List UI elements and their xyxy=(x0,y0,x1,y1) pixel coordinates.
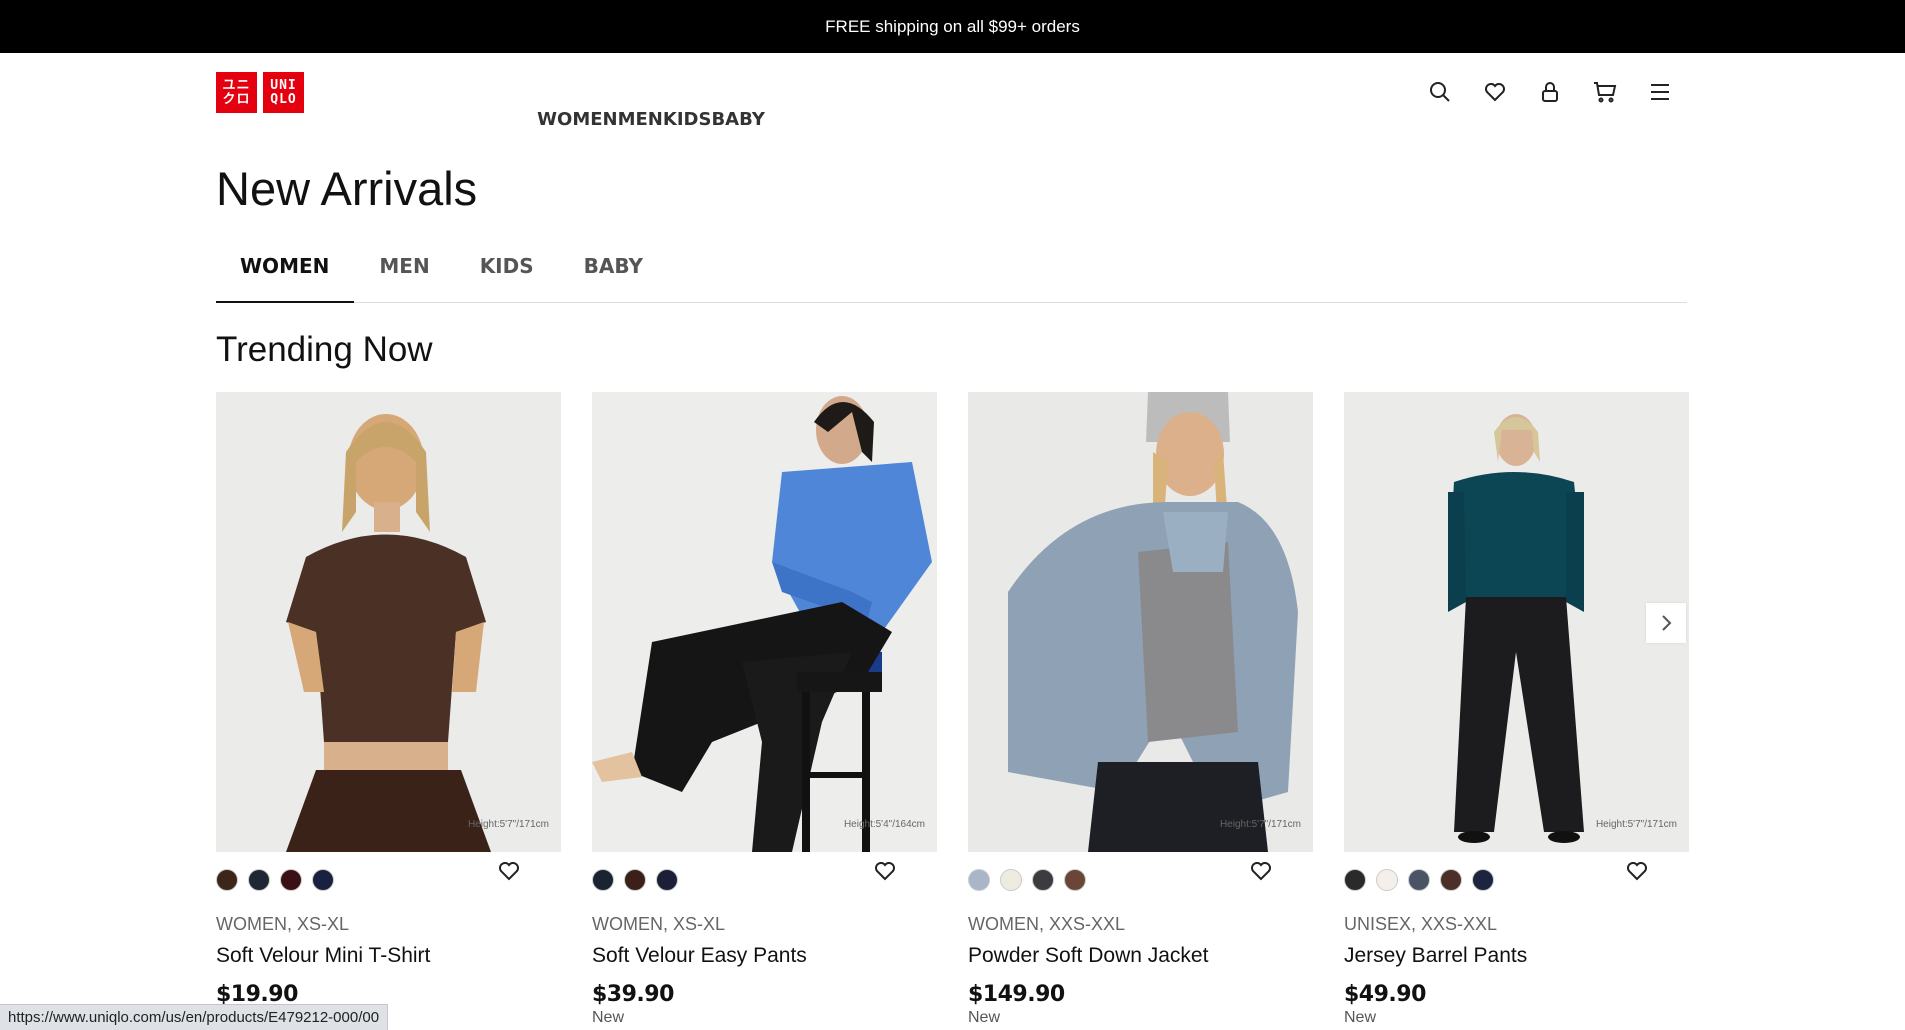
product-price: $149.90 xyxy=(968,982,1065,1007)
product-flag: New xyxy=(592,1009,625,1026)
product-name[interactable]: Soft Velour Easy Pants xyxy=(592,944,937,968)
product-image[interactable]: Height:5'7"/171cm xyxy=(1344,392,1689,852)
product-image[interactable]: Height:5'4"/164cm xyxy=(592,392,937,852)
color-swatch[interactable] xyxy=(280,869,302,891)
nav-baby[interactable]: BABY xyxy=(711,109,764,130)
nav-women[interactable]: WOMEN xyxy=(537,109,617,130)
model-illustration xyxy=(1344,392,1689,852)
tab-kids[interactable]: KIDS xyxy=(455,254,559,303)
product-image[interactable]: Height:5'7"/171cm xyxy=(216,392,561,852)
browser-status-url: https://www.uniqlo.com/us/en/products/E4… xyxy=(0,1004,389,1030)
tab-women[interactable]: WOMEN xyxy=(216,254,355,303)
logo-text: クロ xyxy=(222,91,251,107)
color-swatch[interactable] xyxy=(216,869,238,891)
color-swatch[interactable] xyxy=(1408,869,1430,891)
product-flag: New xyxy=(968,1009,1001,1026)
color-swatch[interactable] xyxy=(312,869,334,891)
product-card[interactable]: Height:5'7"/171cm WOMEN, XS-XL Soft Velo… xyxy=(216,392,561,1027)
product-meta: UNISEX, XXS-XXL xyxy=(1344,914,1498,934)
product-flag: New xyxy=(1344,1009,1377,1026)
cart-icon[interactable] xyxy=(1589,76,1621,108)
color-swatch[interactable] xyxy=(656,869,678,891)
color-swatch[interactable] xyxy=(248,869,270,891)
favorite-heart-icon[interactable] xyxy=(873,859,897,888)
model-illustration xyxy=(216,392,561,852)
logo-block-katakana: ユニ クロ xyxy=(216,72,257,113)
color-swatch[interactable] xyxy=(1472,869,1494,891)
search-icon[interactable] xyxy=(1424,76,1456,108)
model-height-note: Height:5'7"/171cm xyxy=(1595,819,1677,830)
product-name[interactable]: Jersey Barrel Pants xyxy=(1344,944,1689,968)
color-swatch[interactable] xyxy=(968,869,990,891)
product-carousel: Height:5'7"/171cm WOMEN, XS-XL Soft Velo… xyxy=(216,392,1689,1027)
color-swatch[interactable] xyxy=(1064,869,1086,891)
chevron-right-icon xyxy=(1662,615,1672,631)
model-height-note: Height:5'7"/171cm xyxy=(467,819,549,830)
product-card[interactable]: Height:5'7"/171cm WOMEN, XXS-XXL Powder … xyxy=(968,392,1313,1027)
logo-text: QLO xyxy=(270,91,297,107)
uniqlo-logo[interactable]: ユニ クロ UNI QLO xyxy=(216,72,304,113)
logo-text: UNI xyxy=(270,77,297,93)
product-image[interactable]: Height:5'7"/171cm xyxy=(968,392,1313,852)
heart-icon[interactable] xyxy=(1479,76,1511,108)
product-price: $39.90 xyxy=(592,982,674,1007)
model-height-note: Height:5'4"/164cm xyxy=(843,819,925,830)
product-name[interactable]: Soft Velour Mini T-Shirt xyxy=(216,944,561,968)
color-swatch[interactable] xyxy=(592,869,614,891)
model-illustration xyxy=(592,392,937,852)
color-swatch[interactable] xyxy=(1376,869,1398,891)
product-meta: WOMEN, XXS-XXL xyxy=(968,914,1126,934)
site-header: ユニ クロ UNI QLO WOMEN MEN KIDS BABY xyxy=(0,53,1905,133)
color-swatch[interactable] xyxy=(1032,869,1054,891)
color-swatch[interactable] xyxy=(1344,869,1366,891)
user-icon[interactable] xyxy=(1534,76,1566,108)
menu-icon[interactable] xyxy=(1644,76,1676,108)
color-swatch[interactable] xyxy=(1000,869,1022,891)
page-title: New Arrivals xyxy=(216,162,478,215)
promo-bar[interactable]: FREE shipping on all $99+ orders xyxy=(0,0,1905,53)
favorite-heart-icon[interactable] xyxy=(1625,859,1649,888)
category-tabs: WOMEN MEN KIDS BABY xyxy=(216,254,1687,303)
product-name[interactable]: Powder Soft Down Jacket xyxy=(968,944,1313,968)
product-card[interactable]: Height:5'7"/171cm UNISEX, XXS-XXL Jersey… xyxy=(1344,392,1689,1027)
tab-baby[interactable]: BABY xyxy=(559,254,668,303)
color-swatch[interactable] xyxy=(624,869,646,891)
product-meta: WOMEN, XS-XL xyxy=(592,914,726,934)
section-title: Trending Now xyxy=(216,330,433,369)
model-illustration xyxy=(968,392,1313,852)
favorite-heart-icon[interactable] xyxy=(1249,859,1273,888)
nav-kids[interactable]: KIDS xyxy=(663,109,712,130)
logo-block-latin: UNI QLO xyxy=(263,72,304,113)
promo-text[interactable]: FREE shipping on all $99+ orders xyxy=(825,17,1080,37)
color-swatch[interactable] xyxy=(1440,869,1462,891)
model-height-note: Height:5'7"/171cm xyxy=(1219,819,1301,830)
carousel-next-button[interactable] xyxy=(1646,603,1686,643)
favorite-heart-icon[interactable] xyxy=(497,859,521,888)
product-price: $49.90 xyxy=(1344,982,1426,1007)
product-meta: WOMEN, XS-XL xyxy=(216,914,350,934)
nav-men[interactable]: MEN xyxy=(618,109,663,130)
tab-men[interactable]: MEN xyxy=(354,254,454,303)
product-card[interactable]: Height:5'4"/164cm WOMEN, XS-XL Soft Velo… xyxy=(592,392,937,1027)
logo-text: ユニ xyxy=(222,77,251,93)
header-icons xyxy=(1424,76,1676,108)
